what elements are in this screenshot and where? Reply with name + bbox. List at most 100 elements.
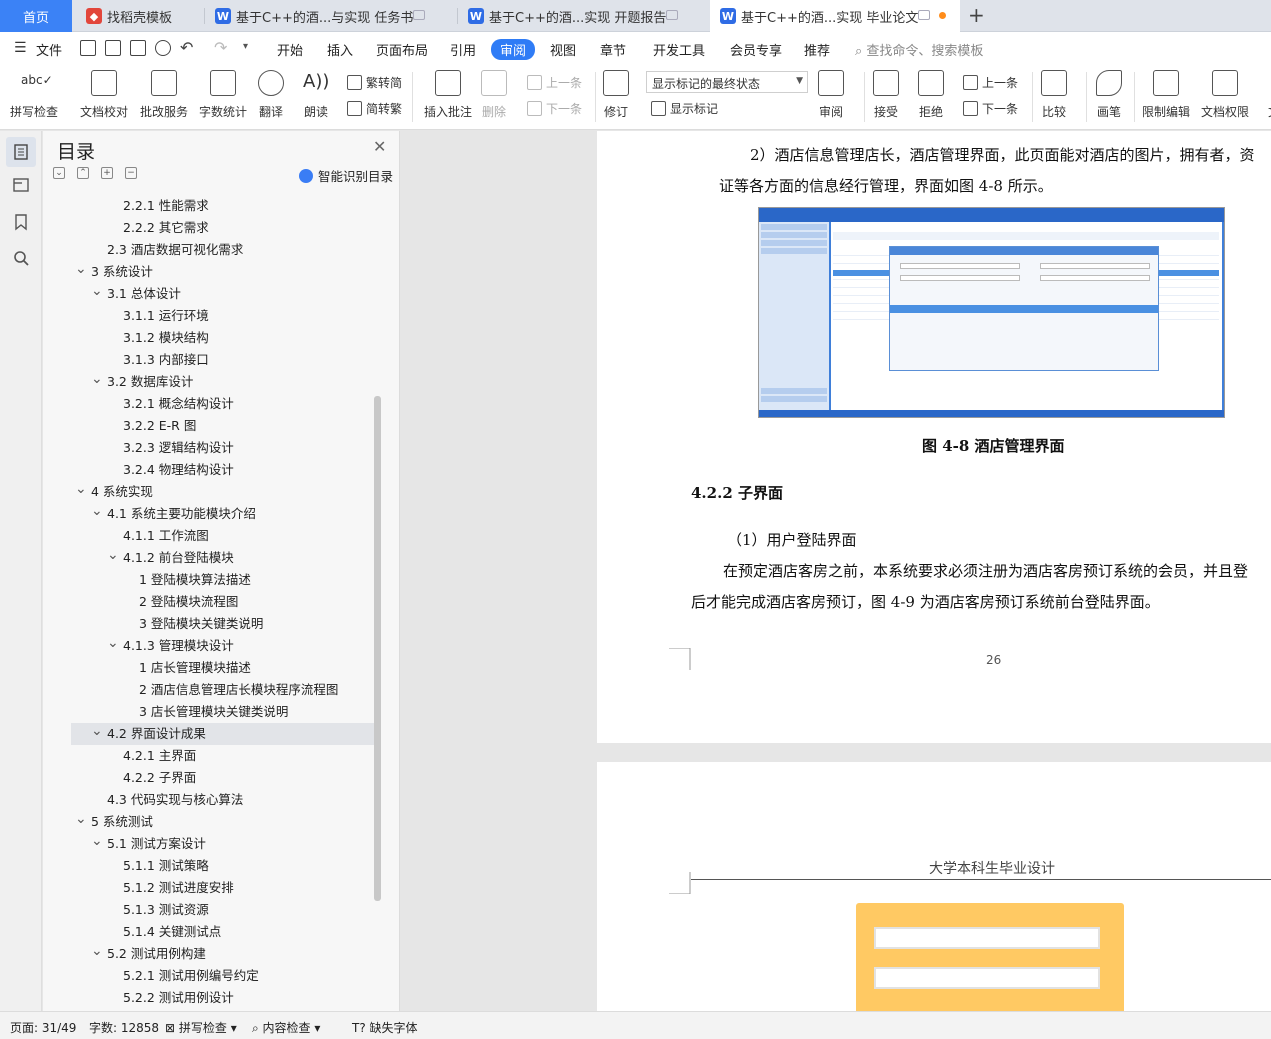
toc-item[interactable]: 3.1.2 模块结构: [71, 327, 374, 349]
word-count-indicator[interactable]: 字数: 12858: [89, 1019, 159, 1036]
toc-item[interactable]: 5.2.1 测试用例编号约定: [71, 965, 374, 987]
quick-access-more-icon[interactable]: ▾: [243, 41, 248, 52]
prev-comment-button[interactable]: 上一条: [527, 74, 582, 91]
toc-item[interactable]: 1 登陆模块算法描述: [71, 569, 374, 591]
compare-button[interactable]: 比较: [1041, 70, 1067, 120]
toc-item[interactable]: ⌄ 3.1 总体设计: [71, 283, 374, 305]
doc-proof-button[interactable]: 文档校对: [80, 70, 128, 120]
chevron-down-icon[interactable]: ⌄: [75, 808, 87, 830]
toc-item[interactable]: ⌄ 3 系统设计: [71, 261, 374, 283]
collapse-all-icon[interactable]: ⌄: [53, 167, 65, 179]
pen-button[interactable]: 画笔: [1096, 70, 1122, 120]
read-aloud-button[interactable]: A)) 朗读: [303, 70, 329, 120]
bookmark-icon[interactable]: [12, 213, 30, 231]
ribbon-overflow-button[interactable]: 文: [1261, 70, 1271, 120]
delete-comment-button[interactable]: 删除: [481, 70, 507, 120]
expand-up-icon[interactable]: ⌃: [77, 167, 89, 179]
reject-button[interactable]: 拒绝: [918, 70, 944, 120]
toc-item[interactable]: 5.1.1 测试策略: [71, 855, 374, 877]
print-preview-icon[interactable]: [155, 40, 171, 56]
next-comment-button[interactable]: 下一条: [527, 100, 582, 117]
undo-icon[interactable]: ↶: [180, 38, 193, 57]
add-heading-icon[interactable]: +: [101, 167, 113, 179]
hamburger-icon[interactable]: ☰: [14, 40, 27, 56]
tab-task-book[interactable]: W 基于C++的酒...与实现 任务书: [205, 0, 455, 32]
toc-item[interactable]: ⌄ 5.1 测试方案设计: [71, 833, 374, 855]
toc-rail-button[interactable]: [6, 137, 36, 167]
toc-item[interactable]: 3.2.3 逻辑结构设计: [71, 437, 374, 459]
status-content-check[interactable]: ⌕ 内容检查 ▾: [252, 1019, 320, 1036]
toc-item[interactable]: ⌄ 4.2 界面设计成果: [71, 723, 374, 745]
toc-item[interactable]: 3.2.2 E-R 图: [71, 415, 374, 437]
menu-member[interactable]: 会员专享: [730, 40, 782, 59]
tab-template[interactable]: ◆ 找稻壳模板: [76, 0, 201, 32]
spell-check-button[interactable]: abc✓ 拼写检查: [10, 70, 58, 120]
to-simplified-button[interactable]: 繁转简: [347, 74, 402, 91]
toc-item[interactable]: 3.1.3 内部接口: [71, 349, 374, 371]
menu-dev-tools[interactable]: 开发工具: [653, 40, 705, 59]
tab-home[interactable]: 首页: [0, 0, 72, 32]
toc-item[interactable]: 4.2.2 子界面: [71, 767, 374, 789]
menu-review[interactable]: 审阅: [491, 39, 536, 60]
chevron-down-icon[interactable]: ⌄: [91, 720, 103, 742]
chevron-down-icon[interactable]: ⌄: [91, 280, 103, 302]
prev-change-button[interactable]: 上一条: [963, 74, 1018, 91]
document-page[interactable]: 大学本科生毕业设计: [597, 762, 1271, 1011]
toc-item[interactable]: 5.1.3 测试资源: [71, 899, 374, 921]
toc-item[interactable]: ⌄ 4.1 系统主要功能模块介绍: [71, 503, 374, 525]
export-pdf-icon[interactable]: [105, 40, 121, 56]
chevron-down-icon[interactable]: ⌄: [91, 940, 103, 962]
toc-scrollbar[interactable]: [374, 396, 381, 901]
tab-window-icon[interactable]: [666, 10, 678, 20]
toc-item[interactable]: ⌄ 4.1.2 前台登陆模块: [71, 547, 374, 569]
menu-chapter[interactable]: 章节: [600, 40, 626, 59]
command-search[interactable]: ⌕ 查找命令、搜索模板: [855, 40, 983, 59]
chevron-down-icon[interactable]: ⌄: [107, 632, 119, 654]
smart-toc-button[interactable]: 智能识别目录: [299, 166, 393, 185]
review-pane-button[interactable]: 审阅: [818, 70, 844, 120]
chevron-down-icon[interactable]: ⌄: [75, 258, 87, 280]
status-missing-font[interactable]: T? 缺失字体: [352, 1019, 418, 1036]
doc-permission-button[interactable]: 文档权限: [1201, 70, 1249, 120]
menu-view[interactable]: 视图: [550, 40, 576, 59]
toc-item[interactable]: 3.1.1 运行环境: [71, 305, 374, 327]
toc-item[interactable]: 2 登陆模块流程图: [71, 591, 374, 613]
toc-item[interactable]: ⌄ 3.2 数据库设计: [71, 371, 374, 393]
chevron-down-icon[interactable]: ⌄: [91, 500, 103, 522]
close-icon[interactable]: ✕: [373, 137, 386, 156]
batch-service-button[interactable]: 批改服务: [140, 70, 188, 120]
redo-icon[interactable]: ↷: [214, 38, 227, 57]
menu-references[interactable]: 引用: [450, 40, 476, 59]
toc-item[interactable]: 2.2.1 性能需求: [71, 195, 374, 217]
markup-state-select[interactable]: 显示标记的最终状态 ▼: [646, 71, 808, 93]
toc-item[interactable]: 4.2.1 主界面: [71, 745, 374, 767]
toc-item[interactable]: 3 店长管理模块关键类说明: [71, 701, 374, 723]
tab-thesis[interactable]: W 基于C++的酒...实现 毕业论文: [710, 0, 960, 32]
new-tab-button[interactable]: +: [968, 3, 985, 27]
chevron-down-icon[interactable]: ⌄: [75, 478, 87, 500]
save-icon[interactable]: [80, 40, 96, 56]
remove-heading-icon[interactable]: −: [125, 167, 137, 179]
toc-item[interactable]: 4.3 代码实现与核心算法: [71, 789, 374, 811]
chevron-down-icon[interactable]: ⌄: [91, 830, 103, 852]
show-markup-button[interactable]: 显示标记: [651, 100, 718, 117]
toc-item[interactable]: ⌄ 5.2 测试用例构建: [71, 943, 374, 965]
toc-item[interactable]: 3.2.1 概念结构设计: [71, 393, 374, 415]
track-changes-button[interactable]: 修订: [603, 70, 629, 120]
toc-item[interactable]: 5.2.2 测试用例设计: [71, 987, 374, 1009]
menu-recommend[interactable]: 推荐: [804, 40, 830, 59]
menu-insert[interactable]: 插入: [327, 40, 353, 59]
chevron-down-icon[interactable]: ⌄: [107, 544, 119, 566]
search-icon[interactable]: [12, 249, 30, 267]
tab-proposal[interactable]: W 基于C++的酒...实现 开题报告: [458, 0, 708, 32]
toc-item[interactable]: 3.2.4 物理结构设计: [71, 459, 374, 481]
status-spell-check[interactable]: ⊠ 拼写检查 ▾: [165, 1019, 237, 1036]
toc-item[interactable]: 2.3 酒店数据可视化需求: [71, 239, 374, 261]
menu-page-layout[interactable]: 页面布局: [376, 40, 428, 59]
tab-window-icon[interactable]: [918, 10, 930, 20]
toc-item[interactable]: 2.2.2 其它需求: [71, 217, 374, 239]
toc-item[interactable]: ⌄ 4.1.3 管理模块设计: [71, 635, 374, 657]
translate-button[interactable]: 翻译: [258, 70, 284, 120]
page-indicator[interactable]: 页面: 31/49: [10, 1019, 76, 1036]
chevron-down-icon[interactable]: ⌄: [91, 368, 103, 390]
